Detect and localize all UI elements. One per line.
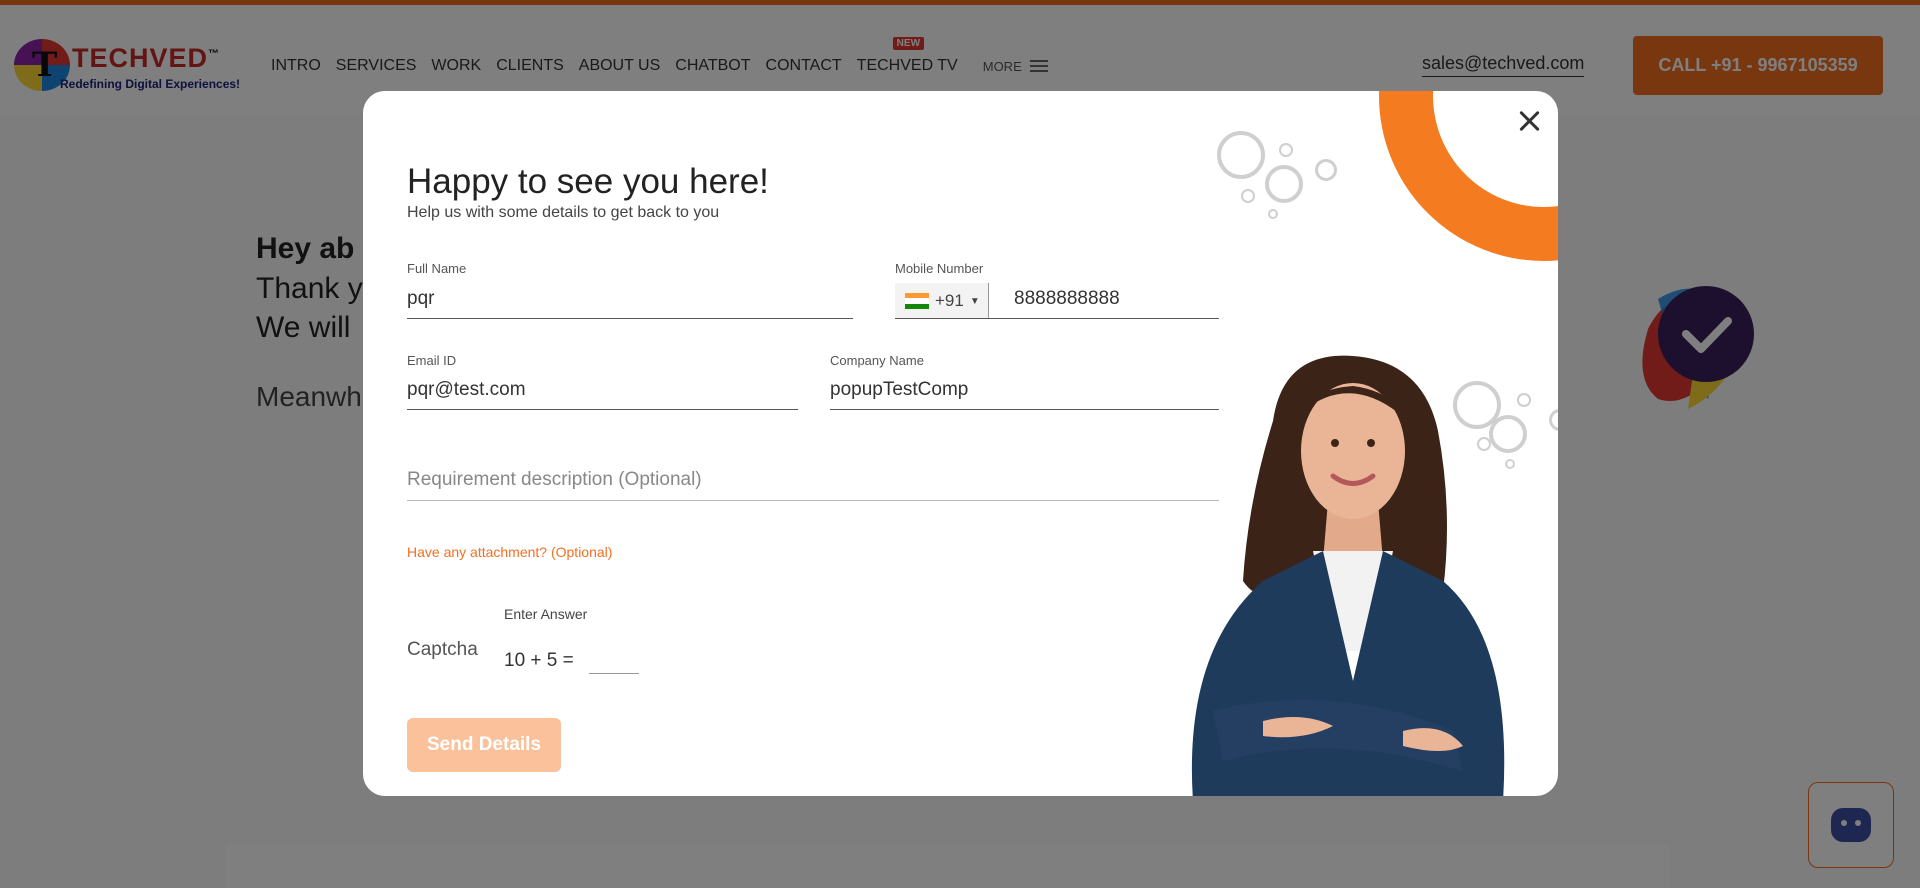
mobile-number-label: Mobile Number [895, 261, 984, 276]
close-icon[interactable] [1513, 105, 1545, 137]
contact-modal: Happy to see you here! Help us with some… [363, 91, 1558, 796]
mobile-number-input[interactable] [895, 286, 1219, 319]
attachment-link[interactable]: Have any attachment? (Optional) [407, 544, 612, 560]
requirement-input[interactable] [407, 466, 1219, 501]
full-name-label: Full Name [407, 261, 467, 276]
modal-heading: Happy to see you here! [407, 162, 769, 201]
captcha-label: Captcha [407, 639, 478, 660]
company-name-label: Company Name [830, 353, 924, 368]
email-input[interactable] [407, 377, 798, 410]
send-details-button[interactable]: Send Details [407, 718, 561, 772]
captcha-answer-input[interactable] [589, 650, 639, 674]
captcha-hint: Enter Answer [504, 606, 588, 622]
woman-photo [1191, 355, 1505, 796]
email-label: Email ID [407, 353, 457, 368]
full-name-input[interactable] [407, 286, 853, 319]
captcha-question: 10 + 5 = [504, 650, 574, 671]
modal-subheading: Help us with some details to get back to… [407, 204, 720, 221]
